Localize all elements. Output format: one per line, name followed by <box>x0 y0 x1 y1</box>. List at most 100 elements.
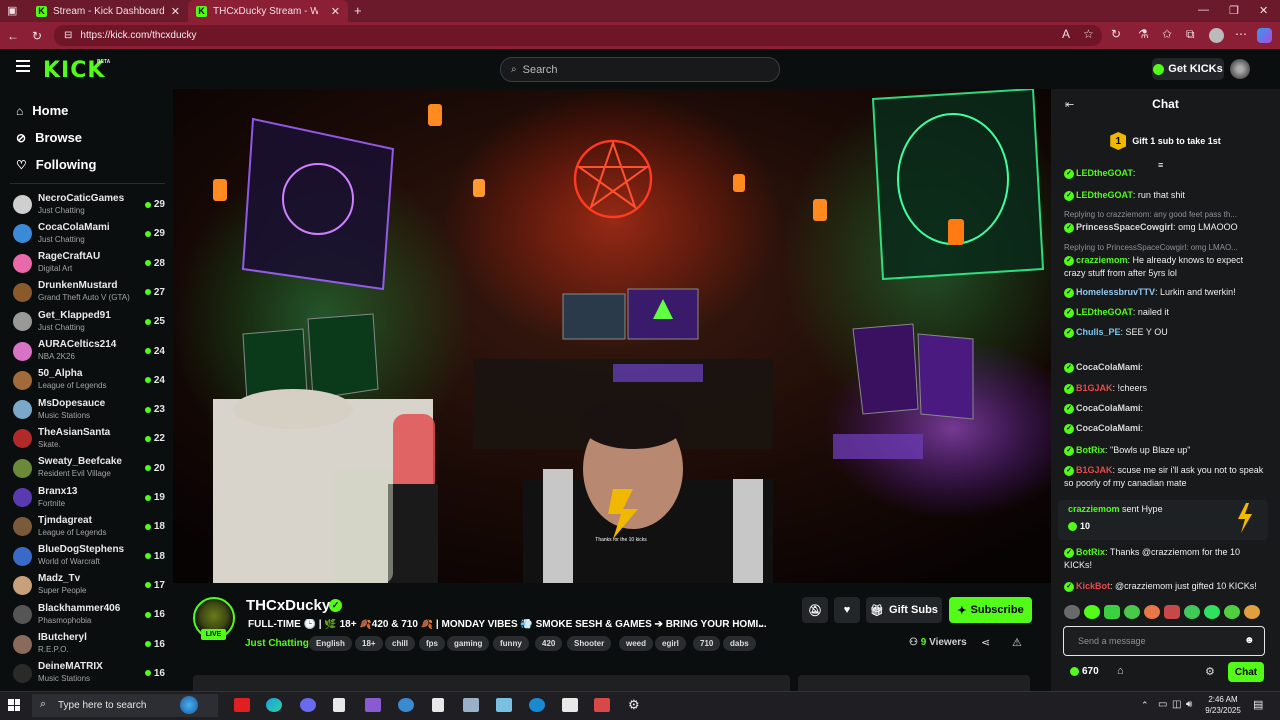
chat-message[interactable]: Replying to PrincessSpaceCowgirl: omg LM… <box>1064 241 1264 280</box>
settings-gear-icon[interactable]: ⚙ <box>628 697 640 713</box>
chat-username[interactable]: LEDtheGOAT <box>1076 307 1133 317</box>
emoji-picker-icon[interactable]: ☻ <box>1244 635 1255 646</box>
file-icon[interactable] <box>333 698 345 712</box>
windows-start-icon[interactable] <box>8 699 20 711</box>
profile-icon[interactable] <box>1209 28 1224 43</box>
taskbar-app-icon[interactable] <box>562 698 578 712</box>
chat-username[interactable]: HomelessbruvTTV <box>1076 287 1155 297</box>
chat-message[interactable]: ✓ Chulls_PE: SEE Y OU <box>1064 326 1264 339</box>
sidebar-channel-item[interactable]: Branx13 Fortnite 19 <box>13 483 165 512</box>
tab-actions-icon[interactable]: ▣ <box>7 4 17 17</box>
battery-icon[interactable]: ▭ <box>1158 699 1167 710</box>
chat-message[interactable]: ✓ HomelessbruvTTV: Lurkin and twerkin! <box>1064 286 1264 299</box>
stream-tag[interactable]: weed <box>619 636 654 651</box>
volume-icon[interactable]: 🔊︎ <box>1186 699 1192 710</box>
chat-message[interactable]: ✓ CocaColaMami: <box>1064 402 1264 415</box>
steam-icon[interactable] <box>398 698 414 712</box>
stream-category[interactable]: Just Chatting <box>245 638 309 649</box>
stream-tag[interactable]: fps <box>419 636 445 651</box>
stream-tag[interactable]: chill <box>385 636 416 651</box>
sidebar-channel-item[interactable]: MsDopesauce Music Stations 23 <box>13 395 165 424</box>
chat-username[interactable]: CocaColaMami <box>1076 423 1141 433</box>
chat-message[interactable]: ✓ LEDtheGOAT: run that shit <box>1064 189 1264 202</box>
refresh-icon[interactable]: ↻ <box>27 29 47 43</box>
chat-username[interactable]: Chulls_PE <box>1076 327 1121 337</box>
video-player[interactable]: Thanks for the 10 kicks <box>173 89 1051 583</box>
sidebar-channel-item[interactable]: 50_Alpha League of Legends 24 <box>13 366 165 395</box>
tab-thcxducky-stream[interactable]: K THCxDucky Stream - Watch ✕ <box>188 0 348 22</box>
share-icon[interactable]: ⋖ <box>981 636 990 649</box>
sidebar-channel-item[interactable]: Tjmdagreat League of Legends 18 <box>13 512 165 541</box>
emote-icon[interactable] <box>1164 605 1180 619</box>
stream-tag[interactable]: gaming <box>447 636 490 651</box>
edge-browser-icon[interactable] <box>266 698 282 712</box>
restore-icon[interactable]: ❐ <box>1229 4 1239 17</box>
hamburger-menu-icon[interactable] <box>16 60 30 72</box>
report-icon[interactable]: ⚠ <box>1012 636 1022 649</box>
chat-message[interactable]: ✓ LEDtheGOAT: nailed it <box>1064 306 1264 319</box>
weather-icon[interactable] <box>180 696 198 714</box>
taskbar-app-icon[interactable] <box>529 698 545 712</box>
taskbar-app-icon[interactable] <box>234 698 250 712</box>
refresh-extension-icon[interactable]: ↻ <box>1111 27 1121 41</box>
favorite-star-icon[interactable]: ☆ <box>1083 27 1094 41</box>
chat-message[interactable]: ✓ BotRix: Thanks @crazziemom for the 10 K… <box>1064 546 1264 572</box>
stream-tag[interactable]: dabs <box>723 636 756 651</box>
emote-icon[interactable] <box>1184 605 1200 619</box>
chat-settings-gear-icon[interactable]: ⚙ <box>1205 665 1215 678</box>
sidebar-channel-item[interactable]: Get_Klapped91 Just Chatting 25 <box>13 307 165 336</box>
stream-tag[interactable]: 710 <box>693 636 721 651</box>
stream-tag[interactable]: 18+ <box>355 636 383 651</box>
sidebar-channel-item[interactable]: Blackhammer406 Phasmophobia 16 <box>13 600 165 629</box>
chat-message[interactable]: ✓ B1GJAK: scuse me sir i'll ask you not t… <box>1064 464 1264 490</box>
chat-username[interactable]: KickBot <box>1076 581 1110 591</box>
gift-leaderboard-banner[interactable]: 1 Gift 1 sub to take 1st <box>1051 128 1280 154</box>
sidebar-channel-item[interactable]: NecroCatiсGames Just Chatting 29 <box>13 190 165 219</box>
chat-username[interactable]: B1GJAK <box>1076 465 1113 475</box>
tab-kick-dashboard[interactable]: K Stream - Kick Dashboard ✕ <box>28 0 188 22</box>
favorites-icon[interactable]: ✩ <box>1162 27 1172 41</box>
chat-message[interactable]: ✓ BotRix: "Bowls up Blaze up" <box>1064 444 1264 457</box>
chat-username[interactable]: B1GJAK <box>1076 383 1113 393</box>
stream-tag[interactable]: Shooter <box>567 636 612 651</box>
sidebar-item-following[interactable]: ♡ Following <box>16 157 96 172</box>
chat-username[interactable]: BotRix <box>1076 445 1105 455</box>
chat-username[interactable]: BotRix <box>1076 547 1105 557</box>
emote-icon[interactable] <box>1064 605 1080 619</box>
chat-username[interactable]: CocaColaMami <box>1076 403 1141 413</box>
taskbar-app-icon[interactable] <box>463 698 479 712</box>
close-window-icon[interactable]: ✕ <box>1259 4 1268 17</box>
new-tab-icon[interactable]: + <box>354 3 362 18</box>
chat-message-input[interactable]: Send a message ☻ <box>1063 626 1265 656</box>
sidebar-channel-item[interactable]: BlueDogStephens World of Warcraft 18 <box>13 542 165 571</box>
site-info-icon[interactable]: ⊟ <box>64 30 72 41</box>
chat-username[interactable]: LEDtheGOAT <box>1076 190 1133 200</box>
sidebar-channel-item[interactable]: CocaColaMami Just Chatting 29 <box>13 219 165 248</box>
show-hidden-icons-chevron-icon[interactable]: ⌃ <box>1141 700 1149 711</box>
minimize-icon[interactable]: — <box>1198 4 1209 16</box>
taskbar-clock[interactable]: 2:46 AM 9/23/2025 <box>1200 694 1246 716</box>
stream-tag[interactable]: 420 <box>535 636 563 651</box>
search-input[interactable]: ⌕ Search <box>500 57 780 82</box>
chat-message[interactable]: ✓ LEDtheGOAT: <box>1064 167 1264 180</box>
get-kicks-button[interactable]: Get KICKs <box>1152 58 1224 80</box>
emote-icon[interactable] <box>1104 605 1120 619</box>
collections-icon[interactable]: ⧉ <box>1186 27 1195 42</box>
notifications-icon[interactable]: ▤ <box>1253 698 1263 711</box>
emote-icon[interactable] <box>1124 605 1140 619</box>
sidebar-channel-item[interactable]: IButcheryl R.E.P.O. 16 <box>13 630 165 659</box>
chat-message[interactable]: ✓ CocaColaMami: <box>1064 422 1264 435</box>
close-tab-icon[interactable]: ✕ <box>331 5 340 18</box>
emote-icon[interactable] <box>1244 605 1260 619</box>
sidebar-channel-item[interactable]: Madz_Tv Super People 17 <box>13 571 165 600</box>
emote-icon[interactable] <box>1144 605 1160 619</box>
gift-subs-button[interactable]: 🎁︎ Gift Subs <box>866 597 942 623</box>
stream-tag[interactable]: egirl <box>655 636 686 651</box>
send-chat-button[interactable]: Chat <box>1228 662 1264 682</box>
more-options-icon[interactable]: ⋯ <box>1235 27 1247 41</box>
emote-icon[interactable] <box>1084 605 1100 619</box>
subscribe-button[interactable]: ✦ Subscribe <box>949 597 1032 623</box>
sidebar-item-home[interactable]: ⌂ Home <box>16 103 68 118</box>
chat-username[interactable]: LEDtheGOAT <box>1076 168 1133 178</box>
stream-tag[interactable]: funny <box>493 636 529 651</box>
